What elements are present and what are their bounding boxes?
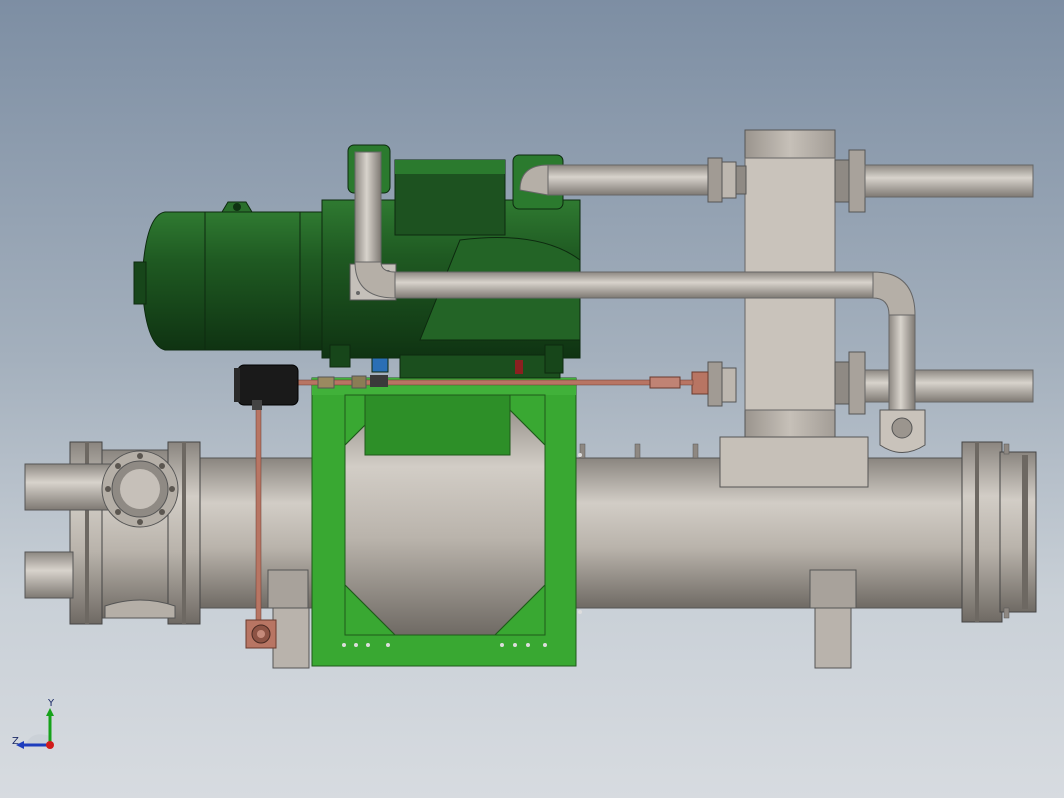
triad-y-label: Y — [48, 698, 55, 709]
compressor-motor-housing[interactable] — [133, 201, 326, 351]
triad-graphic — [16, 708, 54, 749]
expansion-valve[interactable] — [245, 619, 277, 649]
coordinate-triad: Y Z — [8, 698, 68, 760]
evaporator-support-right — [809, 569, 857, 669]
liquid-line-valve[interactable] — [691, 361, 737, 407]
compressor-mounting-bracket[interactable] — [311, 377, 582, 667]
chiller-unit-model[interactable] — [0, 0, 1064, 798]
sight-glass[interactable] — [370, 357, 389, 387]
water-outlet-pipe-upper[interactable] — [834, 149, 1034, 213]
water-outlet-pipe-lower[interactable] — [834, 351, 1034, 415]
suction-pipe[interactable] — [519, 157, 747, 203]
filter-drier[interactable] — [234, 364, 299, 410]
triad-z-label: Z — [12, 736, 19, 747]
evaporator-support-left — [267, 569, 310, 669]
cad-viewport[interactable]: Y Z — [0, 0, 1064, 798]
